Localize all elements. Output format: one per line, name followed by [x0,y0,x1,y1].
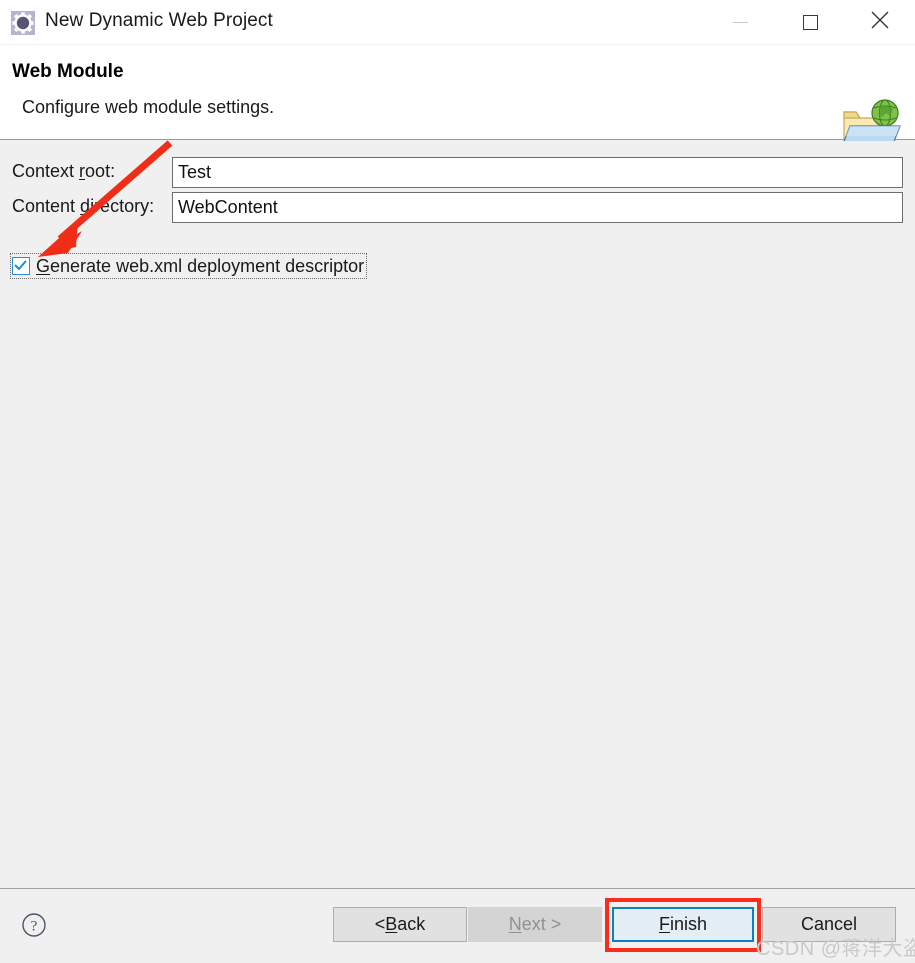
next-button[interactable]: Next > [468,907,602,942]
maximize-button[interactable] [775,0,845,44]
page-title: Web Module [12,61,124,82]
close-button[interactable] [845,0,915,44]
window-title: New Dynamic Web Project [45,10,273,31]
generate-webxml-label: Generate web.xml deployment descriptor [36,255,365,276]
context-root-input[interactable] [172,157,903,188]
minimize-button[interactable] [705,0,775,44]
content-directory-label: Content directory: [12,196,155,216]
context-root-label: Context root: [12,161,116,181]
maximize-icon [802,14,818,30]
page-description: Configure web module settings. [22,97,275,117]
wizard-header: Web Module Configure web module settings… [0,45,915,153]
svg-text:?: ? [31,919,38,935]
wizard-body: Context root: Content directory: Generat… [0,141,915,888]
title-bar: New Dynamic Web Project [0,0,915,45]
back-button[interactable]: < Back [333,907,467,942]
finish-button[interactable]: Finish [612,907,754,942]
content-directory-input[interactable] [172,192,903,223]
close-icon [870,10,890,35]
generate-webxml-checkbox-row[interactable]: Generate web.xml deployment descriptor [10,253,368,279]
generate-webxml-checkbox[interactable] [12,257,30,275]
minimize-icon [732,21,748,23]
cancel-button[interactable]: Cancel [762,907,896,942]
new-dynamic-web-project-dialog: New Dynamic Web Project Web Module Confi… [0,0,915,963]
help-question-icon[interactable]: ? [21,912,47,938]
gear-icon [11,11,35,35]
